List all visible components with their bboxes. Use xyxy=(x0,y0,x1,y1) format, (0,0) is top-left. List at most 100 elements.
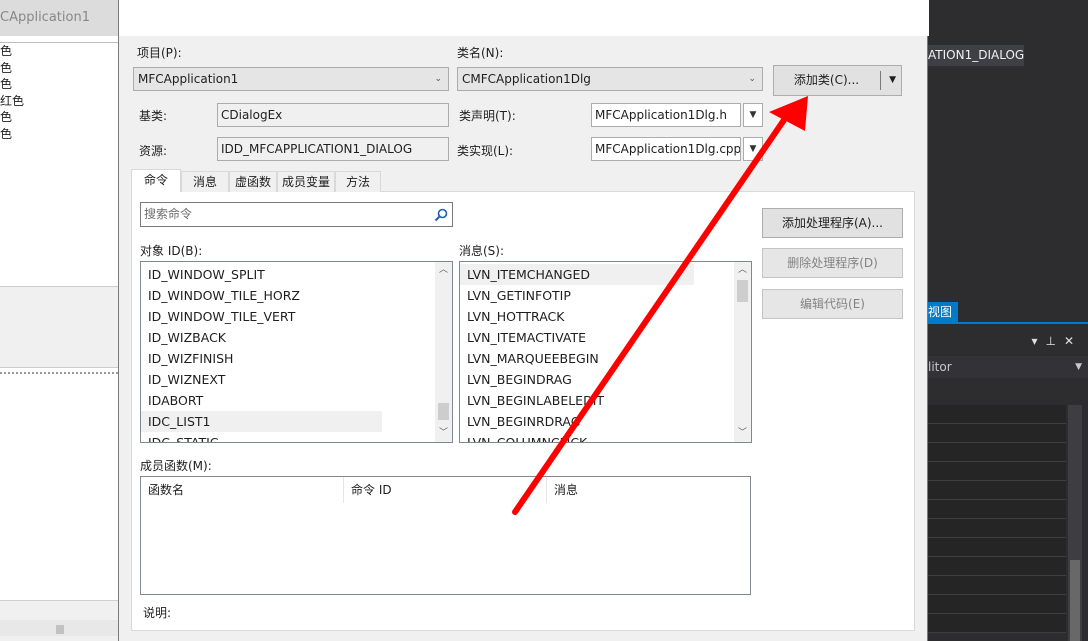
chevron-down-icon[interactable]: ⌄ xyxy=(434,68,442,90)
view-tab[interactable]: 视图 xyxy=(928,302,958,323)
scrollbar-thumb[interactable] xyxy=(1070,560,1080,641)
scroll-down-icon[interactable]: ﹀ xyxy=(734,425,751,442)
vertical-scrollbar[interactable]: ︿ ﹀ xyxy=(734,262,751,442)
resource-label: 资源: xyxy=(139,144,168,158)
column-header[interactable]: 消息 xyxy=(547,477,750,503)
list-item[interactable]: IDABORT xyxy=(141,390,203,411)
list-item[interactable]: ID_WIZBACK xyxy=(141,327,226,348)
color-list: 色 色 色 红色 色 色 xyxy=(0,42,118,142)
background-window-left: CApplication1 色 色 色 红色 色 色 xyxy=(0,0,118,641)
class-impl-dropdown[interactable]: ▼ xyxy=(743,137,763,161)
panel-controls: ▾⊥✕ xyxy=(1031,334,1082,348)
list-item[interactable]: IDC_STATIC xyxy=(141,432,219,442)
tab-virtual-functions[interactable]: 虚函数 xyxy=(229,171,277,192)
add-class-label: 添加类(C)... xyxy=(793,73,860,87)
list-item[interactable]: 色 xyxy=(0,126,118,143)
chevron-down-icon[interactable]: ▼ xyxy=(1075,362,1082,372)
property-rows xyxy=(928,405,1066,633)
editor-selector[interactable]: litor xyxy=(928,356,1088,378)
class-decl-label: 类声明(T): xyxy=(459,109,516,123)
list-item[interactable]: ID_WINDOW_TILE_HORZ xyxy=(141,285,300,306)
chevron-down-icon[interactable]: ⌄ xyxy=(748,68,756,90)
list-item[interactable]: LVN_GETINFOTIP xyxy=(460,285,571,306)
tab-member-variables[interactable]: 成员变量 xyxy=(277,171,335,192)
project-combo[interactable]: MFCApplication1 ⌄ xyxy=(133,67,449,91)
object-id-list[interactable]: ID_WINDOW_SPLIT ID_WINDOW_TILE_HORZ ID_W… xyxy=(140,261,453,443)
property-row[interactable] xyxy=(928,614,1066,633)
search-icon[interactable] xyxy=(434,208,448,222)
scroll-down-icon[interactable]: ﹀ xyxy=(435,425,452,442)
list-item[interactable]: 色 xyxy=(0,43,118,60)
tab-methods[interactable]: 方法 xyxy=(335,171,381,192)
list-item[interactable]: 色 xyxy=(0,76,118,93)
property-row[interactable] xyxy=(928,405,1066,424)
class-decl-dropdown[interactable]: ▼ xyxy=(743,103,763,127)
class-name-value: CMFCApplication1Dlg xyxy=(462,72,591,86)
add-handler-button[interactable]: 添加处理程序(A)... xyxy=(762,208,903,238)
list-item[interactable]: LVN_BEGINRDRAG xyxy=(460,411,580,432)
class-decl-field[interactable]: MFCApplication1Dlg.h xyxy=(591,103,741,127)
close-icon[interactable]: ✕ xyxy=(1064,334,1082,348)
chevron-down-icon: ▼ xyxy=(749,144,757,154)
list-item[interactable]: LVN_ITEMACTIVATE xyxy=(460,327,586,348)
resource-tab[interactable]: ATION1_DIALOG xyxy=(928,45,1024,66)
list-item[interactable]: 色 xyxy=(0,60,118,77)
dropdown-icon[interactable]: ▾ xyxy=(1031,334,1045,348)
delete-handler-button[interactable]: 删除处理程序(D) xyxy=(762,248,903,278)
list-item[interactable]: LVN_COLUMNCLICK xyxy=(460,432,587,442)
resource-field: IDD_MFCAPPLICATION1_DIALOG xyxy=(217,137,449,161)
property-row[interactable] xyxy=(928,500,1066,519)
list-item[interactable]: 色 xyxy=(0,109,118,126)
class-wizard-dialog: 项目(P): MFCApplication1 ⌄ 类名(N): CMFCAppl… xyxy=(118,0,929,641)
list-item-selected[interactable]: LVN_ITEMCHANGED xyxy=(460,264,694,285)
column-header[interactable]: 命令 ID xyxy=(344,477,547,503)
property-row[interactable] xyxy=(928,538,1066,557)
base-class-field: CDialogEx xyxy=(217,103,449,127)
tab-commands[interactable]: 命令 xyxy=(131,169,181,192)
property-row[interactable] xyxy=(928,443,1066,462)
scroll-up-icon[interactable]: ︿ xyxy=(734,262,751,279)
column-header[interactable]: 函数名 xyxy=(141,477,344,503)
edit-code-button[interactable]: 编辑代码(E) xyxy=(762,289,903,319)
description-label: 说明: xyxy=(143,606,172,620)
property-row[interactable] xyxy=(928,576,1066,595)
list-item[interactable]: 红色 xyxy=(0,93,118,110)
tab-messages[interactable]: 消息 xyxy=(181,171,229,192)
list-item[interactable]: LVN_HOTTRACK xyxy=(460,306,564,327)
scrollbar-thumb[interactable] xyxy=(56,625,64,634)
tab-underline xyxy=(928,322,1088,324)
list-item[interactable]: LVN_MARQUEEBEGIN xyxy=(460,348,599,369)
property-row[interactable] xyxy=(928,519,1066,538)
window-title: CApplication1 xyxy=(0,0,118,36)
message-list[interactable]: LVN_ITEMCHANGED LVN_GETINFOTIP LVN_HOTTR… xyxy=(459,261,752,443)
member-functions-label: 成员函数(M): xyxy=(140,459,212,473)
list-item-selected[interactable]: IDC_LIST1 xyxy=(141,411,382,432)
vertical-scrollbar[interactable]: ︿ ﹀ xyxy=(435,262,452,442)
property-row[interactable] xyxy=(928,462,1066,481)
list-item[interactable]: LVN_BEGINDRAG xyxy=(460,369,572,390)
member-function-table[interactable]: 函数名 命令 ID 消息 xyxy=(140,476,751,595)
list-item[interactable]: ID_WIZNEXT xyxy=(141,369,225,390)
property-row[interactable] xyxy=(928,595,1066,614)
class-impl-label: 类实现(L): xyxy=(457,144,514,158)
scrollbar-thumb[interactable] xyxy=(737,280,748,302)
property-row[interactable] xyxy=(928,424,1066,443)
class-name-combo[interactable]: CMFCApplication1Dlg ⌄ xyxy=(457,67,763,91)
property-row[interactable] xyxy=(928,481,1066,500)
class-impl-field[interactable]: MFCApplication1Dlg.cpp xyxy=(591,137,741,161)
chevron-down-icon[interactable]: ▼ xyxy=(889,66,896,95)
add-class-button[interactable]: 添加类(C)... ▼ xyxy=(773,65,902,96)
scroll-up-icon[interactable]: ︿ xyxy=(435,262,452,279)
list-item[interactable]: ID_WINDOW_TILE_VERT xyxy=(141,306,295,327)
list-item[interactable]: ID_WINDOW_SPLIT xyxy=(141,264,265,285)
list-item[interactable]: ID_WIZFINISH xyxy=(141,348,233,369)
search-input[interactable]: 搜索命令 xyxy=(140,202,453,227)
pin-icon[interactable]: ⊥ xyxy=(1045,334,1063,348)
project-label: 项目(P): xyxy=(137,46,182,60)
property-row[interactable] xyxy=(928,557,1066,576)
search-placeholder: 搜索命令 xyxy=(144,207,193,221)
scrollbar-thumb[interactable] xyxy=(438,403,449,420)
list-item[interactable]: LVN_BEGINLABELEDIT xyxy=(460,390,604,411)
background-ide-right: ATION1_DIALOG 视图 ▾⊥✕ litor ▼ xyxy=(928,0,1088,641)
object-ids-label: 对象 ID(B): xyxy=(140,244,203,258)
